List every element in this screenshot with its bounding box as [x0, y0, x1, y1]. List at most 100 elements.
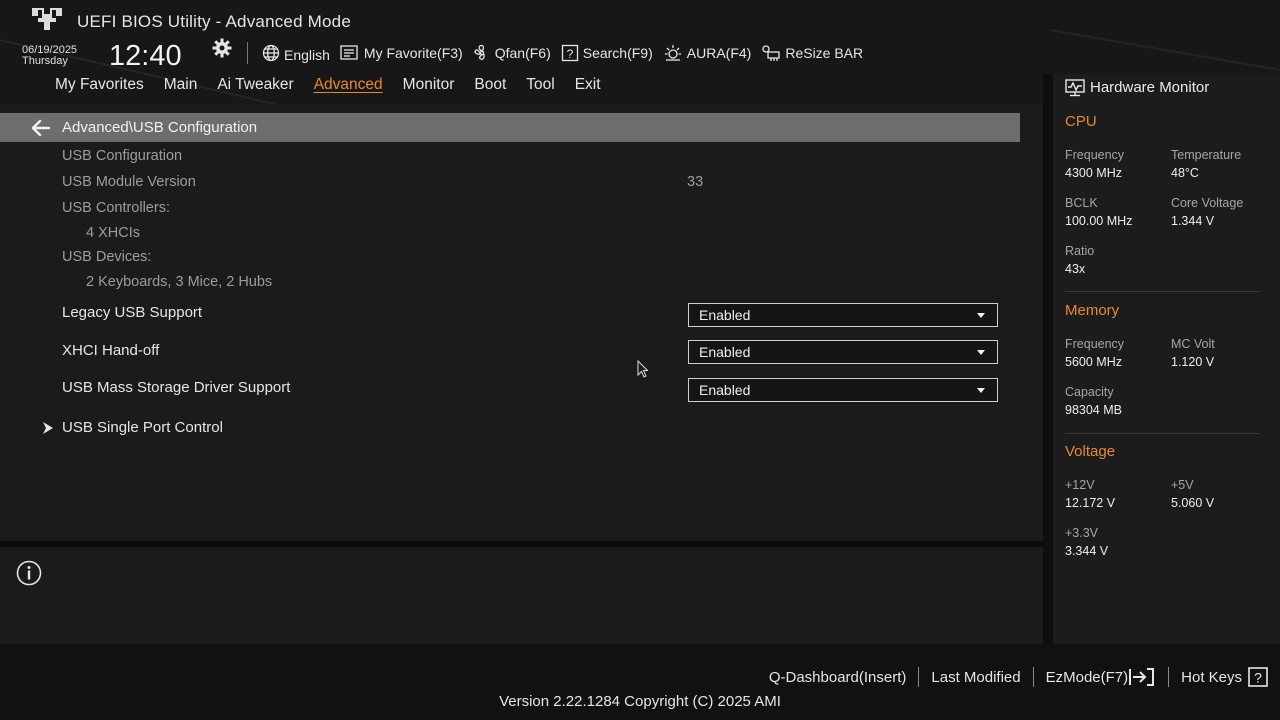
- usb-single-port-control-link[interactable]: USB Single Port Control: [62, 419, 223, 436]
- cpu-temperature-value: 48°C: [1171, 166, 1199, 180]
- voltage-heading: Voltage: [1065, 443, 1116, 460]
- ratio-label: Ratio: [1065, 244, 1095, 258]
- v12-label: +12V: [1065, 478, 1095, 492]
- xhci-hand-off-value: Enabled: [699, 344, 751, 360]
- last-modified-button[interactable]: Last Modified: [919, 669, 1032, 686]
- clock[interactable]: 12:40: [109, 40, 182, 73]
- language-button[interactable]: English: [262, 44, 330, 63]
- usb-mass-storage-dropdown[interactable]: Enabled: [688, 378, 998, 402]
- date-display: 06/19/2025 Thursday: [22, 45, 77, 67]
- version-text: Version 2.22.1284 Copyright (C) 2025 AMI: [499, 693, 781, 710]
- tab-boot[interactable]: Boot: [474, 76, 506, 94]
- legacy-usb-support-dropdown[interactable]: Enabled: [688, 303, 998, 327]
- back-arrow-icon[interactable]: [30, 118, 52, 138]
- monitor-icon: [1065, 79, 1085, 97]
- usb-module-version-value: 33: [687, 174, 704, 190]
- hot-keys-button[interactable]: Hot Keys ?: [1169, 667, 1280, 687]
- v33-value: 3.344 V: [1065, 544, 1109, 558]
- v5-value: 5.060 V: [1171, 496, 1215, 510]
- tab-main[interactable]: Main: [164, 76, 198, 94]
- hardware-monitor-title: Hardware Monitor: [1090, 79, 1210, 96]
- memory-frequency-value: 5600 MHz: [1065, 355, 1122, 369]
- capacity-value: 98304 MB: [1065, 403, 1122, 417]
- cpu-section-divider: [1065, 291, 1260, 292]
- q-dashboard-label: Q-Dashboard(Insert): [768, 668, 907, 686]
- search-question-icon: ?: [561, 44, 578, 62]
- usb-devices-label: USB Devices:: [62, 249, 152, 265]
- usb-controllers-value: 4 XHCIs: [86, 225, 140, 241]
- xhci-hand-off-label[interactable]: XHCI Hand-off: [62, 342, 159, 359]
- tab-exit[interactable]: Exit: [575, 76, 601, 94]
- resize-bar-icon: [762, 45, 780, 61]
- bclk-label: BCLK: [1065, 196, 1098, 210]
- bclk-value: 100.00 MHz: [1065, 214, 1133, 228]
- tab-ai-tweaker[interactable]: Ai Tweaker: [217, 76, 293, 94]
- search-button[interactable]: ? Search(F9): [561, 44, 653, 62]
- mouse-cursor-icon: [637, 360, 648, 378]
- usb-configuration-heading: USB Configuration: [62, 148, 183, 164]
- language-label: English: [284, 47, 330, 63]
- help-question-icon: ?: [1248, 667, 1268, 687]
- my-favorite-button[interactable]: My Favorite(F3): [340, 44, 463, 62]
- last-modified-label: Last Modified: [931, 668, 1021, 686]
- ratio-value: 43x: [1065, 262, 1086, 276]
- fan-icon: [474, 44, 485, 60]
- v5-label: +5V: [1171, 478, 1194, 492]
- usb-mass-storage-label[interactable]: USB Mass Storage Driver Support: [62, 379, 290, 396]
- tab-tool[interactable]: Tool: [526, 76, 554, 94]
- tab-advanced[interactable]: Advanced: [314, 76, 383, 94]
- legacy-usb-support-label[interactable]: Legacy USB Support: [62, 304, 202, 321]
- gear-icon[interactable]: [212, 38, 232, 58]
- v12-value: 12.172 V: [1065, 496, 1116, 510]
- aura-button[interactable]: AURA(F4): [663, 44, 751, 62]
- svg-text:?: ?: [566, 47, 573, 61]
- hot-keys-label: Hot Keys: [1181, 668, 1242, 686]
- day-text: Thursday: [22, 55, 68, 67]
- my-favorite-label: My Favorite(F3): [363, 45, 463, 61]
- ezmode-button[interactable]: EzMode(F7): [1034, 667, 1169, 687]
- exit-to-ezmode-icon: [1129, 668, 1155, 686]
- svg-text:?: ?: [1254, 670, 1262, 686]
- caret-down-icon: [977, 350, 985, 355]
- tab-my-favorites[interactable]: My Favorites: [55, 76, 144, 94]
- globe-icon: [262, 44, 280, 62]
- qfan-button[interactable]: Qfan(F6): [473, 44, 551, 62]
- main-tabs: My Favorites Main Ai Tweaker Advanced Mo…: [55, 76, 621, 94]
- cpu-frequency-label: Frequency: [1065, 148, 1125, 162]
- memory-heading: Memory: [1065, 302, 1120, 319]
- memory-section-divider: [1065, 433, 1260, 434]
- ezmode-label: EzMode(F7): [1045, 668, 1129, 686]
- submenu-arrow-icon: [43, 422, 53, 434]
- caret-down-icon: [977, 388, 985, 393]
- footer-links: Q-Dashboard(Insert) Last Modified EzMode…: [757, 666, 1280, 688]
- toolbar: English My Favorite(F3) Qfan(F6) ? Searc…: [262, 40, 873, 66]
- q-dashboard-button[interactable]: Q-Dashboard(Insert): [757, 669, 919, 686]
- info-icon: [16, 560, 42, 586]
- usb-module-version-label: USB Module Version: [62, 174, 196, 190]
- caret-down-icon: [977, 313, 985, 318]
- search-label: Search(F9): [582, 45, 653, 61]
- panel-divider: [1043, 74, 1053, 644]
- tab-monitor[interactable]: Monitor: [403, 76, 455, 94]
- tuf-logo: [32, 8, 62, 30]
- breadcrumb: Advanced\USB Configuration: [62, 119, 258, 136]
- qfan-label: Qfan(F6): [494, 45, 551, 61]
- mc-volt-label: MC Volt: [1171, 337, 1215, 351]
- legacy-usb-support-value: Enabled: [699, 307, 751, 323]
- favorite-list-icon: [340, 45, 358, 60]
- core-voltage-value: 1.344 V: [1171, 214, 1215, 228]
- resize-bar-button[interactable]: ReSize BAR: [761, 44, 863, 62]
- cpu-frequency-value: 4300 MHz: [1065, 166, 1122, 180]
- core-voltage-label: Core Voltage: [1171, 196, 1244, 210]
- mc-volt-value: 1.120 V: [1171, 355, 1215, 369]
- app-title: UEFI BIOS Utility - Advanced Mode: [77, 12, 351, 31]
- cpu-heading: CPU: [1065, 113, 1097, 130]
- v33-label: +3.3V: [1065, 526, 1099, 540]
- capacity-label: Capacity: [1065, 385, 1114, 399]
- help-pane: [0, 547, 1043, 644]
- usb-devices-value: 2 Keyboards, 3 Mice, 2 Hubs: [86, 274, 273, 290]
- header-divider: [247, 42, 248, 64]
- xhci-hand-off-dropdown[interactable]: Enabled: [688, 340, 998, 364]
- usb-mass-storage-value: Enabled: [699, 382, 751, 398]
- memory-frequency-label: Frequency: [1065, 337, 1125, 351]
